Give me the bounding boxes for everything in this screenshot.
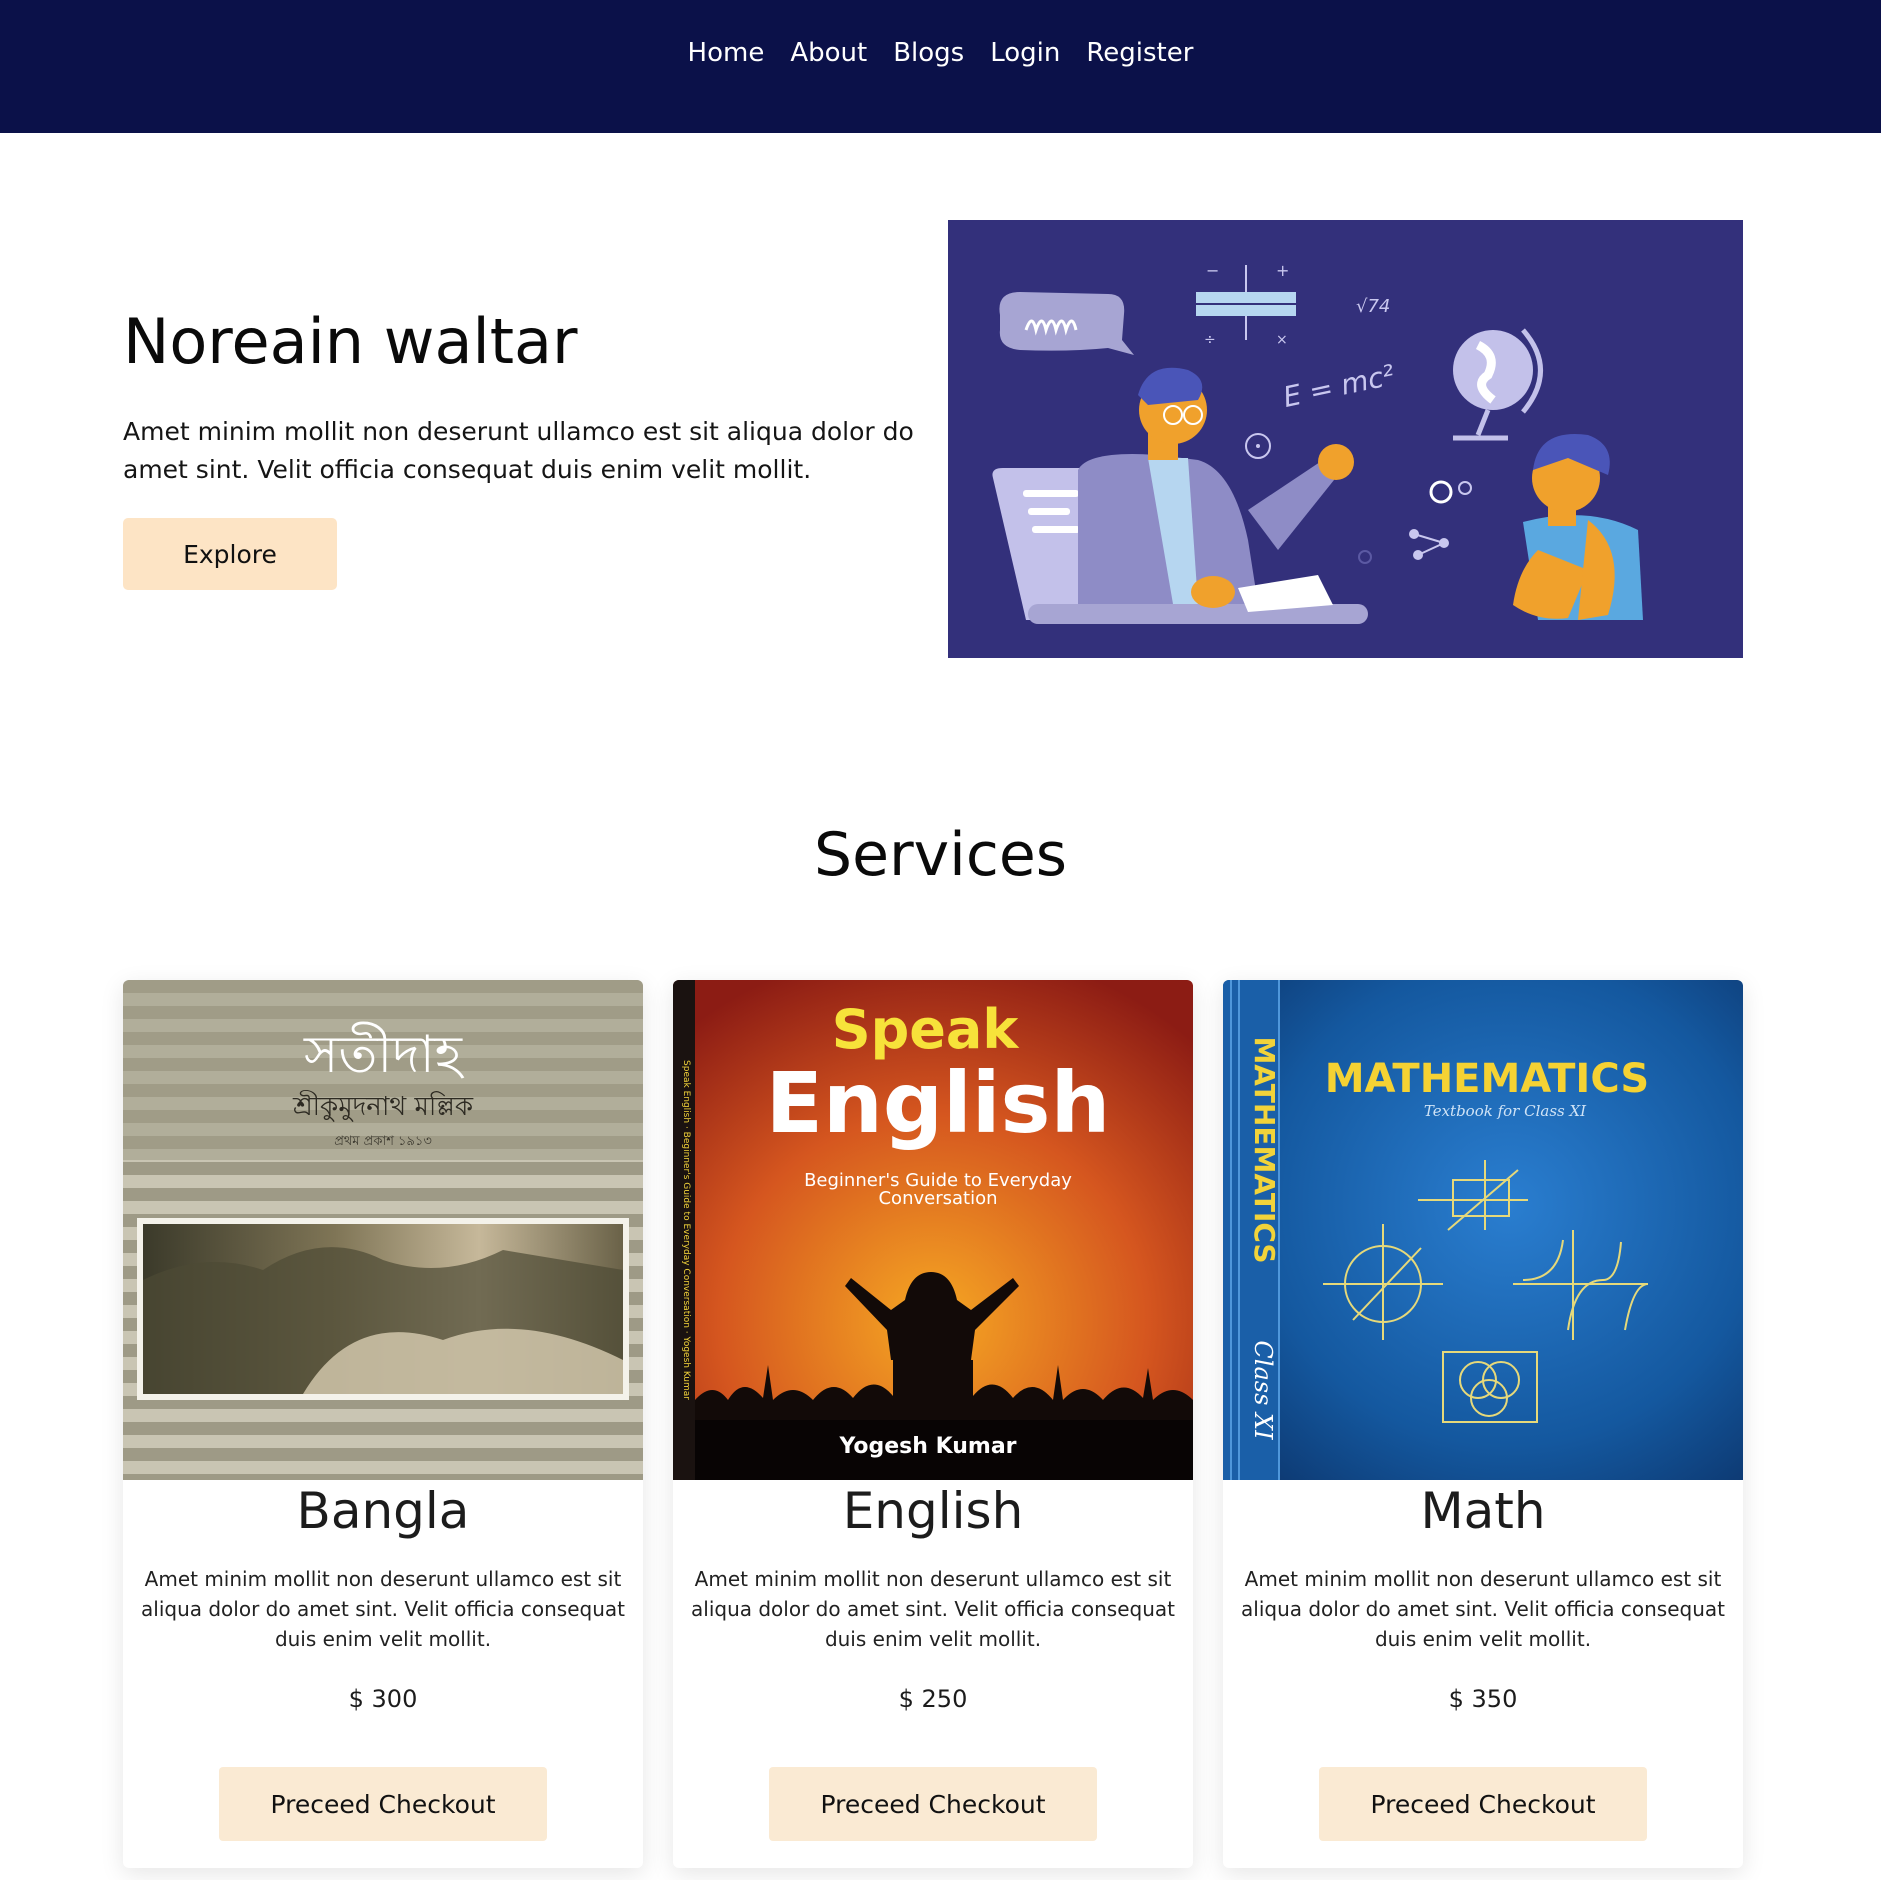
bangla-cover-title: সতীদাহ — [303, 1022, 465, 1085]
english-cover-author: Yogesh Kumar — [838, 1434, 1016, 1459]
nav-blogs-link[interactable]: Blogs — [893, 38, 964, 68]
checkout-button-math[interactable]: Preceed Checkout — [1319, 1767, 1647, 1841]
hero-title: Noreain waltar — [123, 305, 578, 378]
checkout-button-english[interactable]: Preceed Checkout — [769, 1767, 1097, 1841]
nav-register-link[interactable]: Register — [1086, 38, 1193, 68]
sqrt-text: √74 — [1356, 296, 1390, 317]
svg-text:−: − — [1206, 261, 1219, 280]
services-title: Services — [813, 820, 1067, 890]
svg-text:×: × — [1276, 332, 1288, 348]
service-card-english: Speak English · Beginner's Guide to Ever… — [673, 980, 1193, 1868]
teacher-student-illustration: − + ÷ × √74 E = mc² — [948, 220, 1743, 658]
card-title: English — [842, 1482, 1024, 1540]
nav-links: Home About Blogs Login Register — [0, 38, 1881, 68]
card-description: Amet minim mollit non deserunt ullamco e… — [691, 1567, 1175, 1651]
svg-text:+: + — [1276, 261, 1289, 280]
english-cover-title-top: Speak — [832, 998, 1020, 1061]
card-description: Amet minim mollit non deserunt ullamco e… — [1241, 1567, 1725, 1651]
math-book-cover: MATHEMATICS Class XI MATHEMATICS Textboo… — [1223, 980, 1743, 1480]
math-cover-subtitle: Textbook for Class XI — [1424, 1102, 1587, 1120]
card-price: $ 350 — [1448, 1685, 1518, 1713]
english-cover-title-main: English — [766, 1054, 1111, 1152]
svg-text:÷: ÷ — [1204, 332, 1216, 348]
math-cover-spine-class: Class XI — [1249, 1340, 1277, 1440]
card-price: $ 250 — [898, 1685, 968, 1713]
service-card-math: MATHEMATICS Class XI MATHEMATICS Textboo… — [1223, 980, 1743, 1868]
english-cover-subtitle-2: Conversation — [878, 1188, 997, 1209]
english-cover-spine: Speak English · Beginner's Guide to Ever… — [681, 1060, 691, 1400]
service-card-bangla: সতীদাহ শ্রীকুমুদনাথ মল্লিক প্রথম প্রকাশ … — [123, 980, 643, 1868]
bangla-cover-edition: প্রথম প্রকাশ ১৯১৩ — [334, 1134, 432, 1149]
card-price: $ 300 — [348, 1685, 418, 1713]
bangla-cover-author: শ্রীকুমুদনাথ মল্লিক — [292, 1090, 474, 1122]
nav-login-link[interactable]: Login — [990, 38, 1060, 68]
navbar: Home About Blogs Login Register — [0, 0, 1881, 133]
card-title: Bangla — [296, 1482, 470, 1540]
explore-button[interactable]: Explore — [123, 518, 337, 590]
nav-home-link[interactable]: Home — [688, 38, 765, 68]
nav-about-link[interactable]: About — [790, 38, 867, 68]
card-description: Amet minim mollit non deserunt ullamco e… — [141, 1567, 625, 1651]
math-cover-title: MATHEMATICS — [1325, 1056, 1649, 1102]
card-title: Math — [1420, 1482, 1546, 1540]
bangla-book-cover: সতীদাহ শ্রীকুমুদনাথ মল্লিক প্রথম প্রকাশ … — [123, 980, 643, 1480]
checkout-button-bangla[interactable]: Preceed Checkout — [219, 1767, 547, 1841]
hero-illustration: − + ÷ × √74 E = mc² — [948, 220, 1743, 658]
math-cover-spine-title: MATHEMATICS — [1248, 1036, 1281, 1263]
hero-description: Amet minim mollit non deserunt ullamco e… — [123, 417, 914, 484]
english-book-cover: Speak English · Beginner's Guide to Ever… — [673, 980, 1193, 1480]
